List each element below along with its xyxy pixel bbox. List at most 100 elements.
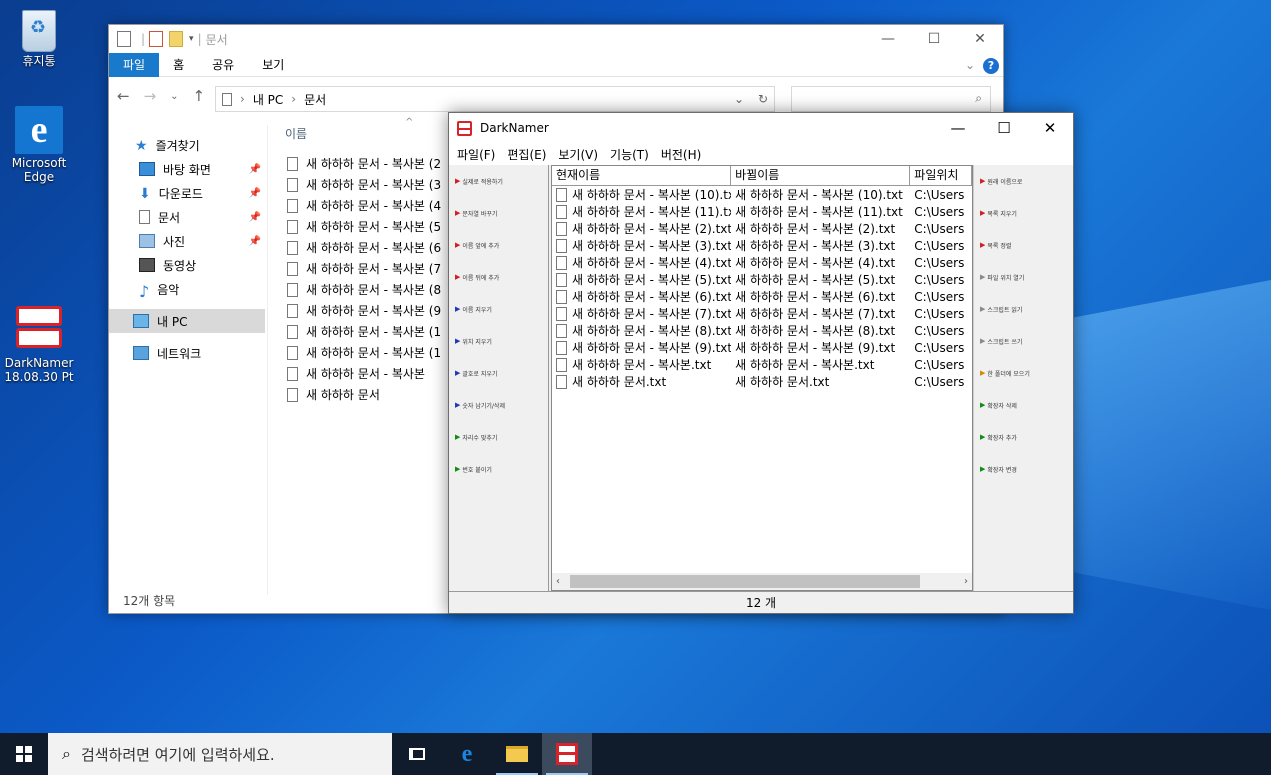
maximize-button[interactable]: ☐ xyxy=(981,113,1027,143)
properties-icon[interactable] xyxy=(117,31,131,47)
edge-desktop-icon[interactable]: e Microsoft Edge xyxy=(0,106,78,184)
close-button[interactable]: ✕ xyxy=(957,25,1003,53)
list-item[interactable]: 새 하하하 문서 - 복사본 (1 xyxy=(287,342,441,363)
column-header-path[interactable]: 파일위치 xyxy=(910,166,972,185)
function-button[interactable]: ▶ 확장자 삭제 xyxy=(974,389,1073,421)
darknamer-taskbar-button[interactable] xyxy=(542,733,592,775)
taskbar-search-input[interactable]: ⌕ 검색하려면 여기에 입력하세요. xyxy=(48,733,392,775)
menu-edit[interactable]: 편집(E) xyxy=(501,146,552,163)
tab-view[interactable]: 보기 xyxy=(248,53,298,77)
table-row[interactable]: 새 하하하 문서 - 복사본 (6).txt 새 하하하 문서 - 복사본 (6)… xyxy=(552,288,972,305)
function-button[interactable]: ▶ 실제로 적용하기 xyxy=(449,165,548,197)
sidebar-item-desktop[interactable]: 바탕 화면 📌 xyxy=(109,157,265,181)
menu-file[interactable]: 파일(F) xyxy=(451,146,501,163)
table-row[interactable]: 새 하하하 문서 - 복사본 (11).txt 새 하하하 문서 - 복사본 (1… xyxy=(552,203,972,220)
pane-divider[interactable] xyxy=(267,125,268,595)
sidebar-item-this-pc[interactable]: 내 PC xyxy=(109,309,265,333)
column-header-current-name[interactable]: 현재이름 xyxy=(552,166,732,185)
start-button[interactable] xyxy=(0,733,48,775)
function-button[interactable]: ▶ 확장자 추가 xyxy=(974,421,1073,453)
sidebar-item-documents[interactable]: 문서 📌 xyxy=(109,205,265,229)
address-bar[interactable]: › 내 PC › 문서 xyxy=(215,86,775,112)
recent-locations-icon[interactable]: ⌄ xyxy=(170,91,178,102)
function-button[interactable]: ▶ 번호 붙이기 xyxy=(449,453,548,485)
breadcrumb-pc[interactable]: 내 PC xyxy=(253,91,283,108)
forward-arrow-icon[interactable]: → xyxy=(144,87,157,105)
help-icon[interactable]: ? xyxy=(983,58,999,74)
list-item[interactable]: 새 하하하 문서 - 복사본 xyxy=(287,363,441,384)
list-item[interactable]: 새 하하하 문서 - 복사본 (6 xyxy=(287,237,441,258)
sidebar-item-quick-access[interactable]: ★ 즐겨찾기 xyxy=(109,133,265,157)
edge-taskbar-button[interactable]: e xyxy=(442,733,492,775)
scrollbar-thumb[interactable] xyxy=(570,575,920,588)
function-button[interactable]: ▶ 이름 뒤에 추가 xyxy=(449,261,548,293)
quick-access-dropdown-icon[interactable]: ▾ xyxy=(189,34,194,44)
breadcrumb-documents[interactable]: 문서 xyxy=(304,91,326,108)
close-button[interactable]: ✕ xyxy=(1027,113,1073,143)
table-row[interactable]: 새 하하하 문서 - 복사본 (5).txt 새 하하하 문서 - 복사본 (5)… xyxy=(552,271,972,288)
list-item[interactable]: 새 하하하 문서 - 복사본 (4 xyxy=(287,195,441,216)
new-folder-icon[interactable] xyxy=(169,31,184,47)
function-button[interactable]: ▶ 원래 이름으로 xyxy=(974,165,1073,197)
up-arrow-icon[interactable]: ↑ xyxy=(193,87,206,105)
minimize-button[interactable]: — xyxy=(935,113,981,143)
scroll-right-icon[interactable]: › xyxy=(964,576,968,587)
sidebar-item-pictures[interactable]: 사진 📌 xyxy=(109,229,265,253)
function-button[interactable]: ▶ 파일 위치 열기 xyxy=(974,261,1073,293)
function-button[interactable]: ▶ 이름 지우기 xyxy=(449,293,548,325)
column-header-name[interactable]: 이름 xyxy=(285,125,307,142)
file-explorer-taskbar-button[interactable] xyxy=(492,733,542,775)
function-button[interactable]: ▶ 자리수 맞추기 xyxy=(449,421,548,453)
function-button[interactable]: ▶ 스크립트 쓰기 xyxy=(974,325,1073,357)
sidebar-item-videos[interactable]: 동영상 xyxy=(109,253,265,277)
scroll-left-icon[interactable]: ‹ xyxy=(556,576,560,587)
darknamer-desktop-icon[interactable]: DarkNamer 18.08.30 Pt xyxy=(0,306,78,384)
recycle-bin-desktop-icon[interactable]: 휴지통 xyxy=(0,6,78,68)
tab-share[interactable]: 공유 xyxy=(198,53,248,77)
function-button[interactable]: ▶ 목록 정렬 xyxy=(974,229,1073,261)
function-button[interactable]: ▶ 목록 지우기 xyxy=(974,197,1073,229)
list-item[interactable]: 새 하하하 문서 - 복사본 (3 xyxy=(287,174,441,195)
maximize-button[interactable]: ☐ xyxy=(911,25,957,53)
function-button[interactable]: ▶ 한 폴더에 모으기 xyxy=(974,357,1073,389)
back-arrow-icon[interactable]: ← xyxy=(117,87,130,105)
list-item[interactable]: 새 하하하 문서 - 복사본 (2 xyxy=(287,153,441,174)
table-row[interactable]: 새 하하하 문서 - 복사본 (7).txt 새 하하하 문서 - 복사본 (7)… xyxy=(552,305,972,322)
list-item[interactable]: 새 하하하 문서 xyxy=(287,384,441,405)
tab-home[interactable]: 홈 xyxy=(159,53,198,77)
list-item[interactable]: 새 하하하 문서 - 복사본 (8 xyxy=(287,279,441,300)
table-row[interactable]: 새 하하하 문서 - 복사본 (4).txt 새 하하하 문서 - 복사본 (4)… xyxy=(552,254,972,271)
table-row[interactable]: 새 하하하 문서 - 복사본.txt 새 하하하 문서 - 복사본.txt C:\U… xyxy=(552,356,972,373)
menu-tools[interactable]: 기능(T) xyxy=(604,146,655,163)
function-button[interactable]: ▶ 스크립트 읽기 xyxy=(974,293,1073,325)
table-row[interactable]: 새 하하하 문서 - 복사본 (2).txt 새 하하하 문서 - 복사본 (2)… xyxy=(552,220,972,237)
refresh-icon[interactable]: ↻ xyxy=(758,92,768,106)
table-row[interactable]: 새 하하하 문서 - 복사본 (10).txt 새 하하하 문서 - 복사본 (1… xyxy=(552,186,972,203)
tab-file[interactable]: 파일 xyxy=(109,52,160,77)
function-button[interactable]: ▶ 위치 지우기 xyxy=(449,325,548,357)
minimize-button[interactable]: — xyxy=(865,25,911,53)
sidebar-item-downloads[interactable]: ⬇ 다운로드 📌 xyxy=(109,181,265,205)
function-button[interactable]: ▶ 문자열 바꾸기 xyxy=(449,197,548,229)
list-item[interactable]: 새 하하하 문서 - 복사본 (1 xyxy=(287,321,441,342)
sidebar-item-network[interactable]: 네트워크 xyxy=(109,341,265,365)
address-dropdown-icon[interactable]: ⌄ xyxy=(734,92,744,106)
table-row[interactable]: 새 하하하 문서.txt 새 하하하 문서.txt C:\Users xyxy=(552,373,972,390)
column-header-new-name[interactable]: 바뀔이름 xyxy=(731,166,911,185)
function-button[interactable]: ▶ 확장자 변경 xyxy=(974,453,1073,485)
table-row[interactable]: 새 하하하 문서 - 복사본 (8).txt 새 하하하 문서 - 복사본 (8)… xyxy=(552,322,972,339)
table-row[interactable]: 새 하하하 문서 - 복사본 (3).txt 새 하하하 문서 - 복사본 (3)… xyxy=(552,237,972,254)
horizontal-scrollbar[interactable]: ‹ › xyxy=(552,573,972,590)
menu-version[interactable]: 버전(H) xyxy=(655,146,707,163)
function-button[interactable]: ▶ 이름 앞에 추가 xyxy=(449,229,548,261)
task-view-button[interactable] xyxy=(392,733,442,775)
checkmark-icon[interactable] xyxy=(149,31,164,47)
function-button[interactable]: ▶ 숫자 남기기/삭제 xyxy=(449,389,548,421)
list-item[interactable]: 새 하하하 문서 - 복사본 (9 xyxy=(287,300,441,321)
menu-view[interactable]: 보기(V) xyxy=(552,146,604,163)
search-input[interactable]: ⌕ xyxy=(791,86,991,112)
list-item[interactable]: 새 하하하 문서 - 복사본 (7 xyxy=(287,258,441,279)
sidebar-item-music[interactable]: ♪ 음악 xyxy=(109,277,265,301)
list-item[interactable]: 새 하하하 문서 - 복사본 (5 xyxy=(287,216,441,237)
ribbon-expand-icon[interactable]: ⌄ xyxy=(965,58,975,72)
